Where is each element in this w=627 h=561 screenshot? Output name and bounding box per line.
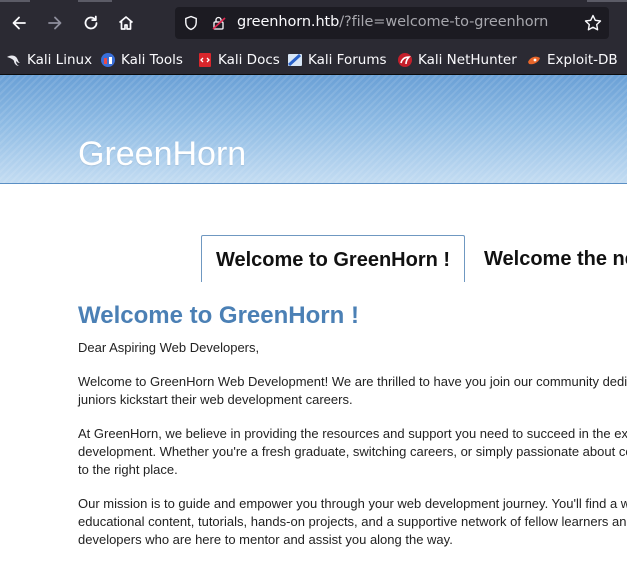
- bookmark-label: Kali Docs: [218, 52, 280, 68]
- site-title[interactable]: GreenHorn: [78, 135, 246, 174]
- reload-button[interactable]: [77, 9, 105, 37]
- kali-docs-icon: [199, 53, 211, 67]
- bookmark-label: Exploit-DB: [547, 52, 618, 68]
- tab-welcome-to-greenhorn[interactable]: Welcome to GreenHorn !: [201, 235, 465, 282]
- site-banner: GreenHorn: [0, 75, 627, 184]
- bookmark-label: Kali Tools: [121, 52, 183, 68]
- article-heading: Welcome to GreenHorn !: [78, 302, 359, 329]
- bookmark-label: Kali Forums: [308, 52, 387, 68]
- kali-nethunter-icon: [398, 53, 412, 67]
- paragraph-line: Our mission is to guide and empower you …: [78, 496, 627, 511]
- page-tabs: Welcome to GreenHorn ! Welcome the new: [0, 235, 627, 283]
- bookmark-exploit-db[interactable]: Exploit-DB: [526, 50, 618, 70]
- web-page: GreenHorn Welcome to GreenHorn ! Welcome…: [0, 75, 627, 561]
- url-host: greenhorn.htb: [237, 14, 340, 30]
- url-text[interactable]: greenhorn.htb/?file=welcome-to-greenhorn: [237, 14, 548, 30]
- kali-dragon-icon: [7, 55, 20, 66]
- kali-forums-icon: [287, 53, 302, 67]
- paragraph-line: developers who are here to mentor and as…: [78, 532, 453, 547]
- url-path: /?file=welcome-to-greenhorn: [339, 14, 549, 30]
- bookmark-kali-docs[interactable]: Kali Docs: [197, 50, 280, 70]
- paragraph-line: At GreenHorn, we believe in providing th…: [78, 426, 627, 441]
- bookmark-kali-nethunter[interactable]: Kali NetHunter: [397, 50, 517, 70]
- home-button[interactable]: [112, 9, 140, 37]
- tab-strip-edge: [587, 0, 627, 2]
- forward-button[interactable]: [41, 9, 69, 37]
- bookmark-label: Kali NetHunter: [418, 52, 517, 68]
- paragraph-line: juniors kickstart their web development …: [78, 392, 353, 407]
- browser-toolbar: greenhorn.htb/?file=welcome-to-greenhorn: [0, 0, 627, 46]
- paragraph-line: development. Whether you're a fresh grad…: [78, 444, 627, 459]
- insecure-lock-icon[interactable]: [211, 15, 227, 31]
- tab-strip-edge: [0, 0, 30, 2]
- bookmark-label: Kali Linux: [27, 52, 93, 68]
- reload-icon: [84, 15, 98, 30]
- bookmark-star-icon[interactable]: [583, 13, 603, 33]
- paragraph-1: Welcome to GreenHorn Web Development! We…: [78, 373, 627, 409]
- tab-strip-edge: [78, 0, 112, 2]
- paragraph-line: to the right place.: [78, 462, 178, 477]
- bookmark-kali-linux[interactable]: Kali Linux: [6, 50, 92, 70]
- back-arrow-icon: [12, 16, 26, 30]
- kali-tools-icon: [101, 53, 115, 67]
- paragraph-line: educational content, tutorials, hands-on…: [78, 514, 627, 529]
- bookmarks-toolbar: Kali Linux Kali Tools Kali Docs Kali For…: [0, 46, 627, 75]
- tab-welcome-the-new[interactable]: Welcome the new: [484, 235, 627, 281]
- address-bar[interactable]: greenhorn.htb/?file=welcome-to-greenhorn: [175, 7, 609, 39]
- paragraph-3: Our mission is to guide and empower you …: [78, 495, 627, 549]
- bookmark-kali-tools[interactable]: Kali Tools: [100, 50, 183, 70]
- back-button[interactable]: [5, 9, 33, 37]
- exploit-db-icon: [528, 56, 540, 65]
- article-content: Welcome to GreenHorn ! Dear Aspiring Web…: [78, 301, 627, 549]
- paragraph-2: At GreenHorn, we believe in providing th…: [78, 425, 627, 479]
- shield-icon[interactable]: [183, 15, 199, 31]
- forward-arrow-icon: [48, 16, 62, 30]
- home-icon: [118, 16, 134, 30]
- article-greeting: Dear Aspiring Web Developers,: [78, 340, 260, 355]
- bookmark-kali-forums[interactable]: Kali Forums: [287, 50, 387, 70]
- paragraph-line: Welcome to GreenHorn Web Development! We…: [78, 374, 627, 389]
